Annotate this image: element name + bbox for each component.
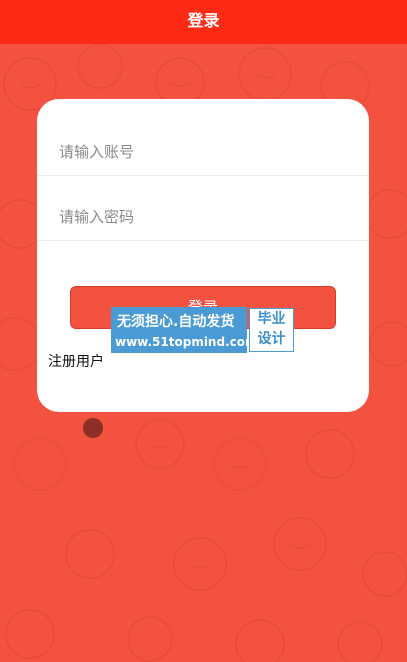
watermark-badge-line2: 设计 xyxy=(257,331,286,347)
account-field-row xyxy=(37,132,369,176)
watermark-banner: 无须担心.自动发货 www.51topmind.com 毕业 设计 xyxy=(111,307,295,353)
password-input[interactable] xyxy=(59,197,359,237)
touch-indicator-dot xyxy=(83,418,103,438)
watermark-slogan: 无须担心.自动发货 xyxy=(117,314,235,330)
register-user-link[interactable]: 注册用户 xyxy=(48,351,104,371)
watermark-url: www.51topmind.com xyxy=(115,335,258,349)
watermark-badge-line1: 毕业 xyxy=(257,311,286,327)
app-header: 登录 xyxy=(0,0,407,44)
page-title: 登录 xyxy=(187,11,220,30)
watermark-left-panel: 无须担心.自动发货 www.51topmind.com xyxy=(111,307,258,353)
password-field-row xyxy=(37,197,369,241)
account-input[interactable] xyxy=(59,132,359,172)
watermark-badge: 毕业 设计 xyxy=(249,308,294,352)
